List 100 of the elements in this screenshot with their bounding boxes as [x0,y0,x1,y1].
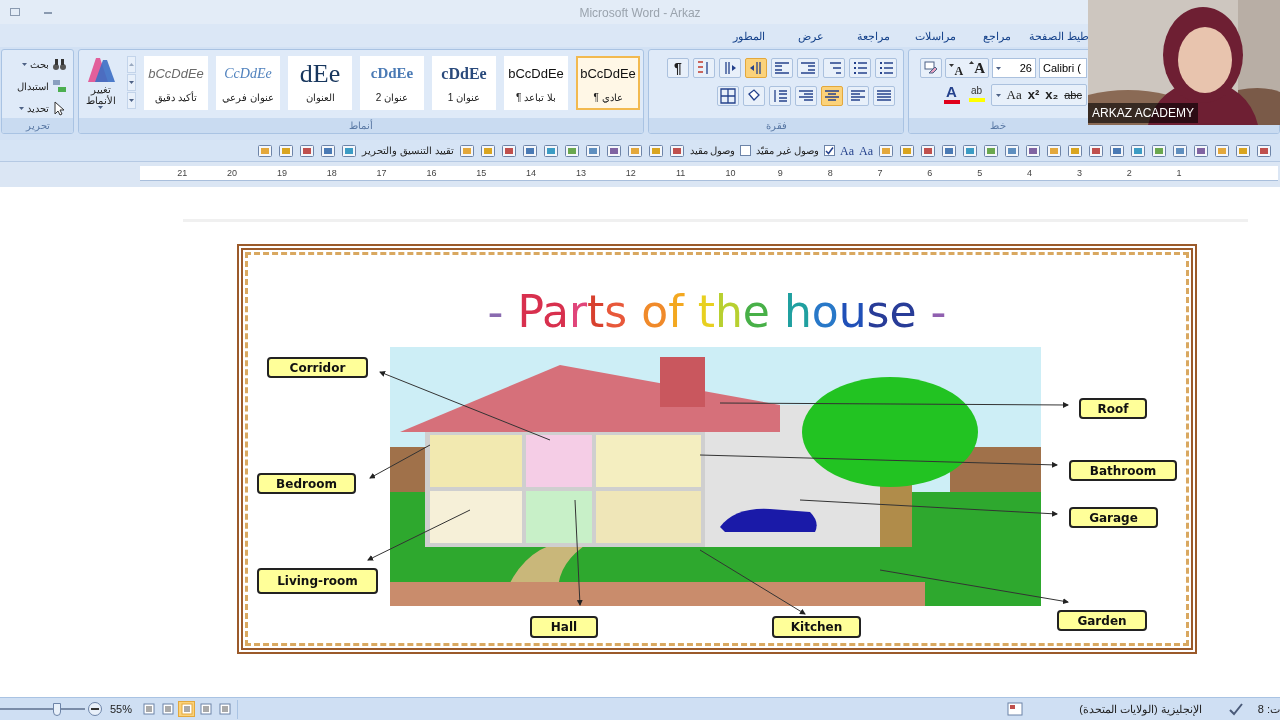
view-button[interactable] [178,701,196,717]
toolbar-icon[interactable] [1067,142,1083,159]
toolbar-icon[interactable] [278,142,295,159]
align-left-button[interactable] [847,86,869,106]
toolbar-icon[interactable] [605,142,622,159]
zoom-slider[interactable] [0,701,85,717]
font-name-field[interactable]: Calibri ( [1039,58,1087,78]
ruler-number: 17 [375,167,388,180]
change-case-button[interactable]: Aa [1006,86,1022,104]
toolbar-icon[interactable] [500,142,517,159]
toolbar-icon[interactable] [257,142,274,159]
toolbar-icon[interactable] [1088,142,1104,159]
multilevel-list-button[interactable] [823,58,845,78]
line-spacing-button[interactable] [769,86,791,106]
right-to-left-button[interactable] [745,58,767,78]
highlight-button[interactable]: ab [965,84,988,106]
more-styles-button[interactable] [126,92,136,109]
ribbon-tab[interactable]: مراجعة [842,26,904,47]
toolbar-icon[interactable] [542,142,559,159]
border-grid-button[interactable] [717,86,739,106]
room-label: Kitchen [772,616,861,638]
align-center-button[interactable] [821,86,843,106]
toolbar-icon[interactable] [1193,142,1209,159]
font-color-button[interactable]: A [940,84,963,106]
room-label: Hall [530,616,598,638]
toolbar-icon[interactable] [1235,142,1251,159]
toolbar-icon[interactable] [1130,142,1146,159]
case-button[interactable]: Aa [840,142,854,159]
toolbar-icon[interactable] [1172,142,1188,159]
view-button[interactable] [197,701,215,717]
toolbar-icon[interactable] [983,142,999,159]
scroll-down-button[interactable] [126,74,136,91]
outdent-button[interactable] [797,58,819,78]
view-button[interactable] [140,701,158,717]
subscript-button[interactable]: x₂ [1045,86,1059,104]
toolbar-icon[interactable] [458,142,475,159]
ribbon-tab[interactable]: مراسلات [904,26,966,47]
strikethrough-button[interactable]: abc [1064,86,1082,104]
toolbar-icon[interactable] [920,142,936,159]
grow-font-button[interactable]: A [966,59,988,77]
toolbar-icon[interactable] [647,142,664,159]
sort-button[interactable] [693,58,715,78]
indent-button[interactable] [771,58,793,78]
restore-icon[interactable] [10,8,20,16]
minimize-icon[interactable] [44,10,52,14]
shrink-font-button[interactable]: A [946,59,967,77]
superscript-button[interactable]: x² [1027,86,1040,104]
page-status[interactable]: ت: 8 [1257,700,1280,718]
toolbar-icon[interactable] [941,142,957,159]
toolbar-icon[interactable] [1025,142,1041,159]
change-styles-button[interactable]: تغيير الأنماط [83,56,119,109]
toolbar-label[interactable]: وصول غير مقيّد [756,143,819,158]
toolbar-icon[interactable] [1046,142,1062,159]
toolbar-icon[interactable] [1004,142,1020,159]
toolbar-icon[interactable] [479,142,496,159]
toolbar-icon[interactable] [878,142,894,159]
align-left-icon [850,88,866,104]
view-button[interactable] [159,701,177,717]
view-button[interactable] [216,701,234,717]
toolbar-icon[interactable] [341,142,358,159]
replace-button[interactable]: استبدال [17,78,67,95]
toolbar-icon[interactable] [668,142,685,159]
ribbon-tab[interactable]: طيط الصفحة [1028,26,1090,47]
toolbar-icon[interactable] [626,142,643,159]
zoom-level[interactable]: 55% [110,700,133,718]
align-right-button[interactable] [795,86,817,106]
bullet-list-button[interactable] [875,58,897,78]
case-button[interactable]: Aa [859,142,873,159]
language-status[interactable]: الإنجليزية (الولايات المتحدة) [1079,700,1202,718]
font-size-field[interactable]: 26 [992,58,1036,78]
toolbar-icon[interactable] [563,142,580,159]
toolbar-icon[interactable] [899,142,915,159]
numbered-list-button[interactable] [849,58,871,78]
toolbar-label[interactable]: تقييد التنسيق والتحرير [362,143,454,158]
toolbar-icon[interactable] [584,142,601,159]
checkbox[interactable] [824,145,835,156]
up-caret-icon [128,63,134,66]
toolbar-icon[interactable] [962,142,978,159]
toolbar-icon[interactable] [299,142,316,159]
justify-button[interactable] [873,86,895,106]
zoom-out-button[interactable] [88,702,102,716]
find-button[interactable]: بحث [22,56,67,73]
show-marks-button[interactable]: ¶ [667,58,689,78]
slider-thumb[interactable] [52,702,61,716]
checkbox[interactable] [740,145,752,156]
ribbon-tab[interactable]: عرض [780,26,842,47]
toolbar-icon[interactable] [1151,142,1167,159]
toolbar-icon[interactable] [521,142,538,159]
bullet-list-icon [878,60,894,76]
toolbar-icon[interactable] [1214,142,1230,159]
toolbar-label[interactable]: وصول مقيد [689,143,736,158]
ribbon-tab[interactable]: المطور [718,26,780,47]
select-button[interactable]: تحديد [19,100,67,117]
spelling-check-icon[interactable] [1227,702,1244,716]
toolbar-icon[interactable] [1109,142,1125,159]
ribbon-tab[interactable]: مراجع [966,26,1028,47]
left-to-right-button[interactable] [719,58,741,78]
clear-format-button[interactable] [920,58,943,78]
toolbar-icon[interactable] [1256,142,1272,159]
toolbar-icon[interactable] [320,142,337,159]
